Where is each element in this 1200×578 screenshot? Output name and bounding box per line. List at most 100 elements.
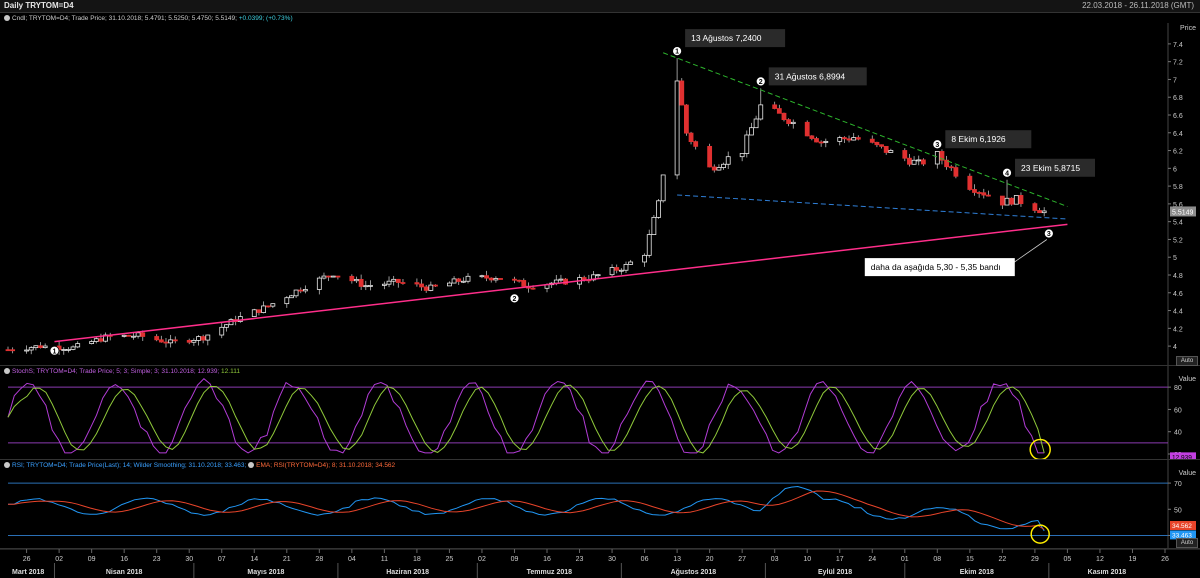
- candle: [684, 104, 689, 134]
- candle: [818, 141, 824, 144]
- candle: [89, 341, 95, 345]
- price-tick-label: 6.8: [1173, 95, 1183, 102]
- high-marker-number: 2: [759, 79, 763, 86]
- candle: [646, 234, 652, 256]
- candle: [1004, 197, 1010, 206]
- date-tick-label: 18: [413, 556, 421, 563]
- candle: [888, 150, 894, 153]
- value-badge-label: 34.562: [1172, 523, 1192, 530]
- candle: [363, 285, 369, 288]
- price-tick-label: 6.2: [1173, 149, 1183, 156]
- candle: [386, 280, 392, 285]
- candle: [609, 267, 615, 276]
- legend-toggle-icon[interactable]: [4, 15, 10, 21]
- candle: [28, 347, 34, 351]
- candle: [126, 334, 132, 337]
- price-legend: Cndl; TRYTOM=D4; Trade Price; 31.10.2018…: [4, 14, 293, 23]
- candle: [98, 338, 104, 342]
- value-tick-label: 70: [1174, 481, 1182, 488]
- legend-toggle-icon[interactable]: [248, 462, 255, 468]
- price-tick-label: 5.8: [1173, 184, 1183, 191]
- candle: [186, 339, 192, 343]
- chart-title: Daily TRYTOM=D4: [4, 1, 74, 10]
- price-chart[interactable]: 44.24.44.64.855.25.45.65.866.26.46.66.87…: [0, 13, 1200, 365]
- candle: [1018, 195, 1024, 205]
- date-tick-label: 12: [1096, 556, 1104, 563]
- candle: [395, 278, 401, 283]
- candle: [693, 141, 699, 147]
- date-tick-label: 01: [901, 556, 909, 563]
- annotation-label: 23 Ekim 5,8715: [1021, 163, 1080, 173]
- candle: [920, 159, 926, 165]
- candle: [488, 277, 494, 281]
- candle: [595, 274, 601, 277]
- candle: [642, 254, 647, 263]
- stoch-k-line: [7, 378, 1045, 454]
- candle: [321, 275, 327, 279]
- date-range: 22.03.2018 - 26.11.2018 (GMT): [1082, 1, 1194, 10]
- candle: [163, 341, 169, 344]
- date-tick-label: 13: [673, 556, 681, 563]
- date-tick-label: 26: [1161, 556, 1169, 563]
- high-marker-number: 3: [935, 142, 939, 149]
- stoch-chart[interactable]: 2040608012.93912.111: [0, 366, 1200, 459]
- stoch-pane[interactable]: StochS; TRYTOM=D4; Trade Price; 5; 3; Si…: [0, 366, 1200, 460]
- date-tick-label: 09: [511, 556, 519, 563]
- month-label: Ekim 2018: [960, 569, 994, 576]
- candle: [284, 297, 290, 305]
- candle: [948, 166, 954, 169]
- candle: [414, 282, 420, 285]
- candle: [330, 275, 336, 278]
- auto-scale-button[interactable]: Auto: [1176, 538, 1198, 548]
- candle: [688, 132, 694, 143]
- candle: [1009, 197, 1015, 205]
- legend-toggle-icon[interactable]: [4, 462, 10, 468]
- candle: [721, 163, 726, 168]
- support-trendline: [54, 223, 1068, 343]
- candle: [121, 334, 127, 337]
- value-tick-label: 60: [1174, 407, 1182, 414]
- candle: [326, 275, 332, 278]
- candle: [744, 134, 750, 154]
- price-tick-label: 6.6: [1173, 113, 1183, 120]
- annotation-label: 13 Ağustos 7,2400: [691, 33, 762, 43]
- price-pane[interactable]: Cndl; TRYTOM=D4; Trade Price; 31.10.2018…: [0, 13, 1200, 366]
- candle: [716, 167, 722, 171]
- rsi-chart[interactable]: 30507034.56233.463: [0, 460, 1200, 548]
- date-tick-label: 27: [738, 556, 746, 563]
- date-tick-label: 19: [1129, 556, 1137, 563]
- month-label: Temmuz 2018: [527, 569, 572, 576]
- date-tick-label: 30: [185, 556, 193, 563]
- candle: [131, 335, 136, 338]
- rsi-pane[interactable]: RSI; TRYTOM=D4; Trade Price(Last); 14; W…: [0, 460, 1200, 549]
- date-tick-label: 02: [478, 556, 486, 563]
- candle: [1013, 195, 1019, 205]
- candle: [628, 261, 634, 265]
- date-tick-label: 14: [250, 556, 258, 563]
- candle: [841, 137, 847, 140]
- legend-toggle-icon[interactable]: [4, 368, 10, 374]
- candle: [758, 104, 764, 120]
- candle: [981, 192, 987, 196]
- candle: [907, 157, 912, 165]
- candle: [154, 336, 160, 341]
- candle: [618, 269, 624, 272]
- date-tick-label: 04: [348, 556, 356, 563]
- candle: [61, 349, 67, 351]
- value-tick-label: 50: [1174, 507, 1182, 514]
- date-tick-label: 05: [1064, 556, 1072, 563]
- candle: [158, 339, 164, 343]
- candle: [484, 275, 489, 279]
- date-tick-label: 23: [153, 556, 161, 563]
- date-tick-label: 28: [315, 556, 323, 563]
- candle: [460, 280, 466, 283]
- auto-scale-button[interactable]: Auto: [1176, 356, 1198, 366]
- candle: [381, 283, 387, 286]
- note-label: daha da aşağıda 5,30 - 5,35 bandı: [871, 262, 1001, 272]
- annotation-label: 31 Ağustos 6,8994: [775, 71, 846, 81]
- candle: [391, 278, 397, 282]
- candle: [354, 278, 359, 282]
- candle: [623, 264, 629, 271]
- candle: [851, 137, 857, 141]
- rsi-legend-label: RSI; TRYTOM=D4; Trade Price(Last); 14; W…: [12, 462, 247, 469]
